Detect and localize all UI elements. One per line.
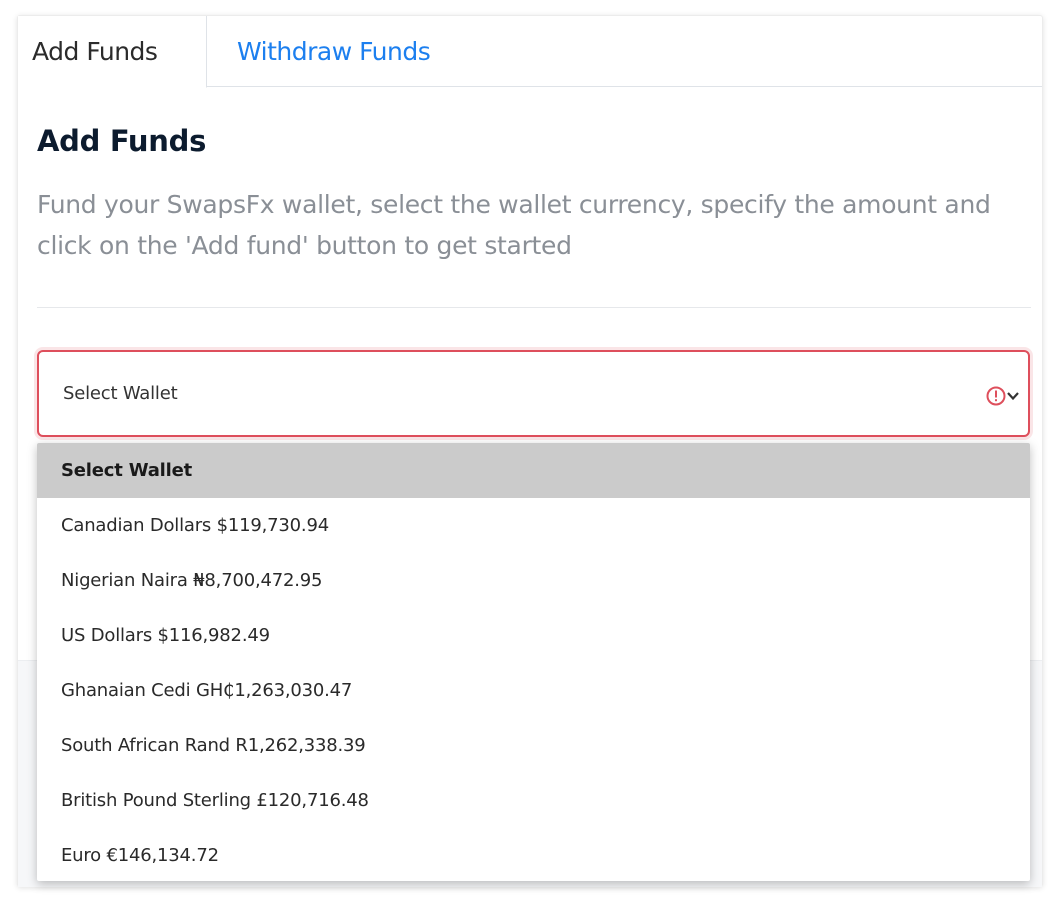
wallet-dropdown-list: Select Wallet Canadian Dollars $119,730.… [37, 443, 1030, 881]
wallet-select[interactable]: Select Wallet [37, 350, 1030, 437]
wallet-option-placeholder[interactable]: Select Wallet [37, 443, 1030, 498]
chevron-down-icon [1007, 392, 1019, 401]
section-description: Fund your SwapsFx wallet, select the wal… [37, 190, 991, 260]
wallet-option-eur[interactable]: Euro €146,134.72 [37, 828, 1030, 881]
section-title: Add Funds [37, 124, 207, 158]
tab-add-funds[interactable]: Add Funds [18, 16, 207, 88]
tab-bar: Add Funds Withdraw Funds [18, 16, 1042, 88]
wallet-option-gbp[interactable]: British Pound Sterling £120,716.48 [37, 773, 1030, 828]
wallet-select-value: Select Wallet [63, 383, 178, 404]
wallet-option-ngn[interactable]: Nigerian Naira ₦8,700,472.95 [37, 553, 1030, 608]
wallet-option-cad[interactable]: Canadian Dollars $119,730.94 [37, 498, 1030, 553]
divider [37, 307, 1031, 308]
wallet-option-usd[interactable]: US Dollars $116,982.49 [37, 608, 1030, 663]
tab-withdraw-funds[interactable]: Withdraw Funds [237, 16, 431, 87]
wallet-option-zar[interactable]: South African Rand R1,262,338.39 [37, 718, 1030, 773]
warning-icon [986, 386, 1006, 406]
wallet-option-ghs[interactable]: Ghanaian Cedi GH₵1,263,030.47 [37, 663, 1030, 718]
